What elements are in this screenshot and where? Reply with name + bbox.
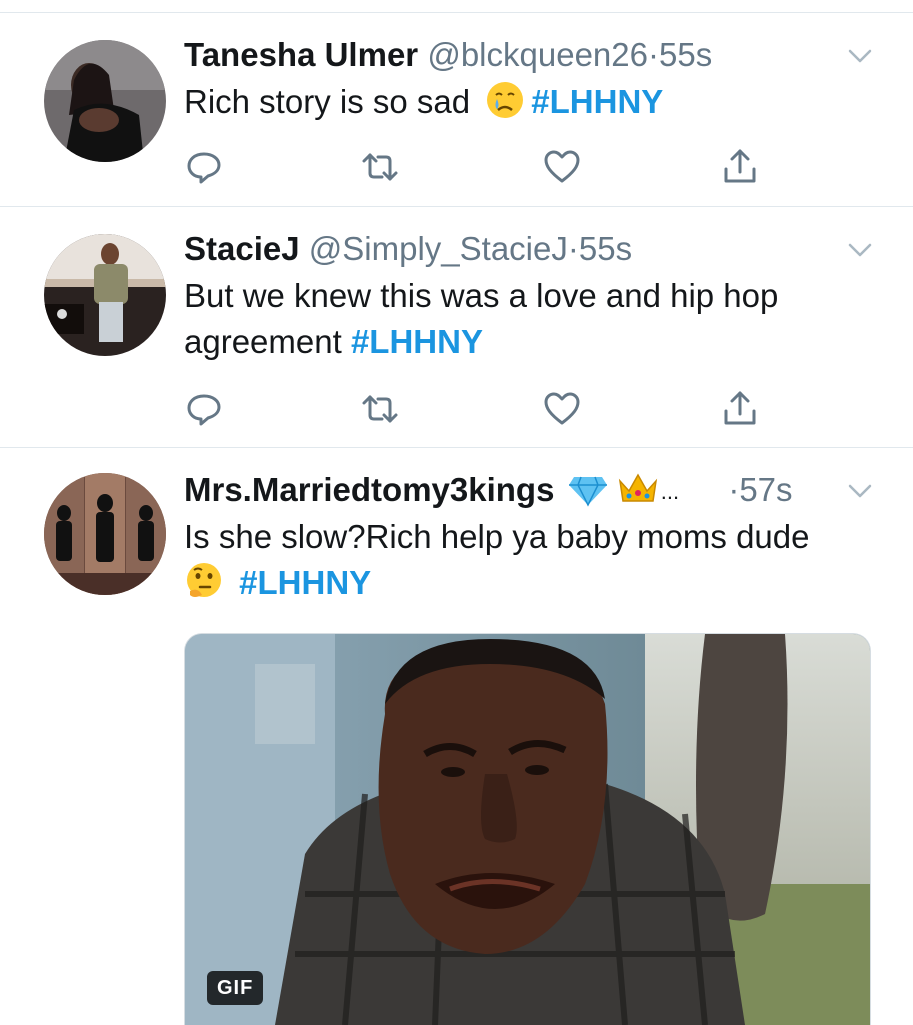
- tweet-header: Mrs.Marriedtomy3kings ... ·57s: [184, 468, 793, 512]
- crying-face-icon: [487, 82, 524, 118]
- tweet-actions: [184, 147, 774, 187]
- display-name[interactable]: StacieJ: [184, 230, 300, 267]
- like-icon[interactable]: [542, 147, 582, 187]
- gif-thumbnail: [185, 634, 870, 1025]
- timestamp[interactable]: 55s: [659, 36, 712, 73]
- tweet-actions: [184, 389, 774, 429]
- timestamp[interactable]: 55s: [579, 230, 632, 267]
- tweet-2[interactable]: StacieJ @Simply_StacieJ·55s But we knew …: [0, 207, 913, 448]
- hashtag-link[interactable]: #LHHNY: [239, 564, 371, 601]
- tweet-text-line-2: #LHHNY: [178, 560, 874, 606]
- reply-icon[interactable]: [184, 389, 224, 429]
- timestamp[interactable]: 57s: [739, 471, 792, 508]
- gem-icon: [568, 476, 607, 507]
- username[interactable]: @Simply_StacieJ: [309, 230, 568, 267]
- tweet-text: Is she slow?Rich help ya baby moms dude …: [184, 514, 874, 606]
- gif-badge: GIF: [207, 971, 264, 1005]
- separator-dot: ·: [647, 36, 659, 73]
- chevron-down-icon[interactable]: [847, 43, 873, 69]
- hashtag-link[interactable]: #LHHNY: [531, 83, 663, 120]
- retweet-icon[interactable]: [360, 147, 400, 187]
- tweet-header: Tanesha Ulmer @blckqueen26·55s: [184, 33, 712, 77]
- tweet-3[interactable]: Mrs.Marriedtomy3kings ... ·57s Is she sl…: [0, 448, 913, 1025]
- top-divider: [0, 0, 913, 13]
- tweet-text: But we knew this was a love and hip hop …: [184, 273, 874, 365]
- reply-icon[interactable]: [184, 147, 224, 187]
- tweet-text-content: Rich story is so sad: [184, 83, 471, 120]
- thinking-face-icon: [187, 563, 221, 597]
- tweet-text-line-1: Is she slow?Rich help ya baby moms dude: [184, 518, 810, 555]
- tweet-1[interactable]: Tanesha Ulmer @blckqueen26·55s Rich stor…: [0, 13, 913, 207]
- retweet-icon[interactable]: [360, 389, 400, 429]
- hashtag-link[interactable]: #LHHNY: [351, 323, 483, 360]
- tweet-text-line-2: agreement #LHHNY: [184, 319, 874, 365]
- tweet-text: Rich story is so sad #LHHNY: [184, 79, 874, 125]
- like-icon[interactable]: [542, 389, 582, 429]
- name-ellipsis: ...: [660, 479, 680, 504]
- share-icon[interactable]: [720, 389, 760, 429]
- avatar-mrs-marriedtomy3kings[interactable]: [44, 473, 166, 595]
- display-name[interactable]: Mrs.Marriedtomy3kings: [184, 471, 554, 508]
- avatar-staciej[interactable]: [44, 234, 166, 356]
- crown-icon: [618, 473, 657, 502]
- separator-dot: ·: [728, 471, 740, 508]
- avatar-tanesha[interactable]: [44, 40, 166, 162]
- display-name[interactable]: Tanesha Ulmer: [184, 36, 418, 73]
- share-icon[interactable]: [720, 147, 760, 187]
- chevron-down-icon[interactable]: [847, 478, 873, 504]
- chevron-down-icon[interactable]: [847, 237, 873, 263]
- separator-dot: ·: [567, 230, 579, 267]
- tweet-header: StacieJ @Simply_StacieJ·55s: [184, 227, 632, 271]
- gif-media[interactable]: GIF: [184, 633, 871, 1025]
- tweet-text-line-1: But we knew this was a love and hip hop: [184, 277, 779, 314]
- tweet-text-line-2-content: agreement: [184, 323, 342, 360]
- username[interactable]: @blckqueen26: [427, 36, 648, 73]
